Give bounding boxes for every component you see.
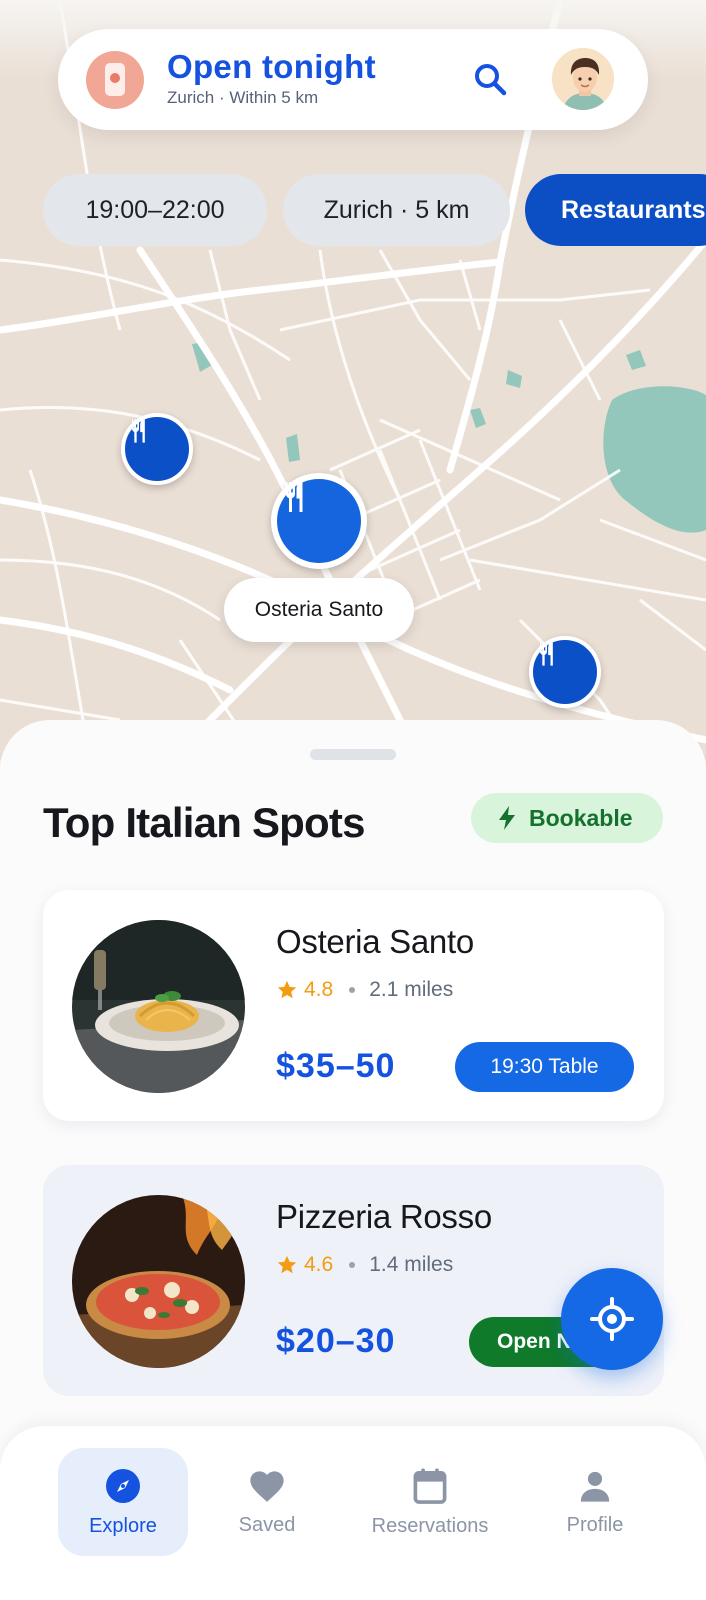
fork-knife-icon: [132, 419, 145, 443]
phone-icon: [105, 63, 125, 96]
star-icon: [277, 980, 297, 999]
book-table-button[interactable]: 19:30 Table: [455, 1042, 634, 1092]
lightning-icon: [499, 806, 515, 830]
price-range: $20–30: [276, 1322, 396, 1360]
bottom-nav: Explore Saved Reservations Profile: [0, 1426, 706, 1600]
sheet-drag-handle[interactable]: [310, 749, 396, 760]
compass-icon: [106, 1468, 140, 1503]
nav-label: Saved: [238, 1513, 296, 1536]
star-icon: [277, 1255, 297, 1274]
distance-value: 2.1 miles: [369, 978, 454, 1001]
restaurant-pin[interactable]: [529, 636, 601, 708]
avatar[interactable]: [550, 46, 616, 112]
locate-me-button[interactable]: [561, 1268, 663, 1370]
page-subtitle: Zurich · Within 5 km: [167, 88, 319, 107]
restaurant-name: Osteria Santo: [276, 923, 474, 960]
selected-pin-label[interactable]: Osteria Santo: [224, 578, 414, 642]
bookable-label: Bookable: [529, 804, 633, 831]
category-filter-chip[interactable]: Restaurants: [525, 174, 706, 246]
fork-knife-icon: [286, 482, 303, 512]
nav-item-saved[interactable]: Saved: [212, 1448, 322, 1556]
search-icon: [475, 64, 507, 96]
separator-dot: [349, 987, 356, 993]
restaurant-photo-spaghetti: [72, 920, 245, 1093]
app-logo: [86, 51, 144, 109]
restaurant-photo-pizza: [72, 1195, 245, 1368]
restaurant-card[interactable]: Pizzeria Rosso 4.6 1.4 miles $20–30 Open…: [43, 1165, 664, 1396]
restaurant-card[interactable]: Osteria Santo 4.8 2.1 miles $35–50 19:30…: [43, 890, 664, 1121]
time-filter-chip[interactable]: 19:00–22:00: [43, 174, 267, 246]
nav-item-reservations[interactable]: Reservations: [360, 1448, 500, 1556]
fork-knife-icon: [540, 642, 553, 666]
selected-restaurant-pin[interactable]: [271, 473, 367, 569]
restaurant-name: Pizzeria Rosso: [276, 1198, 492, 1235]
section-title: Top Italian Spots: [43, 799, 365, 846]
bookable-filter-badge[interactable]: Bookable: [471, 793, 663, 843]
rating-value: 4.8: [304, 978, 334, 1001]
distance-value: 1.4 miles: [369, 1253, 454, 1276]
person-icon: [580, 1471, 610, 1502]
location-filter-chip[interactable]: Zurich · 5 km: [283, 174, 510, 246]
nav-label: Profile: [566, 1513, 624, 1536]
restaurant-meta: 4.8 2.1 miles: [276, 978, 453, 1002]
restaurant-meta: 4.6 1.4 miles: [276, 1253, 453, 1277]
search-button[interactable]: [466, 55, 514, 103]
header-card: Open tonight Zurich · Within 5 km: [58, 29, 648, 130]
heart-icon: [250, 1470, 284, 1502]
page-title: Open tonight: [167, 48, 376, 85]
nav-item-explore[interactable]: Explore: [58, 1448, 188, 1556]
nav-item-profile[interactable]: Profile: [540, 1448, 650, 1556]
calendar-icon: [413, 1467, 447, 1504]
user-avatar-illustration: [552, 48, 614, 110]
nav-label: Reservations: [371, 1514, 489, 1537]
crosshair-icon: [590, 1297, 634, 1341]
price-range: $35–50: [276, 1047, 396, 1085]
separator-dot: [349, 1262, 356, 1268]
nav-label: Explore: [89, 1514, 157, 1537]
restaurant-pin[interactable]: [121, 413, 193, 485]
rating-value: 4.6: [304, 1253, 334, 1276]
